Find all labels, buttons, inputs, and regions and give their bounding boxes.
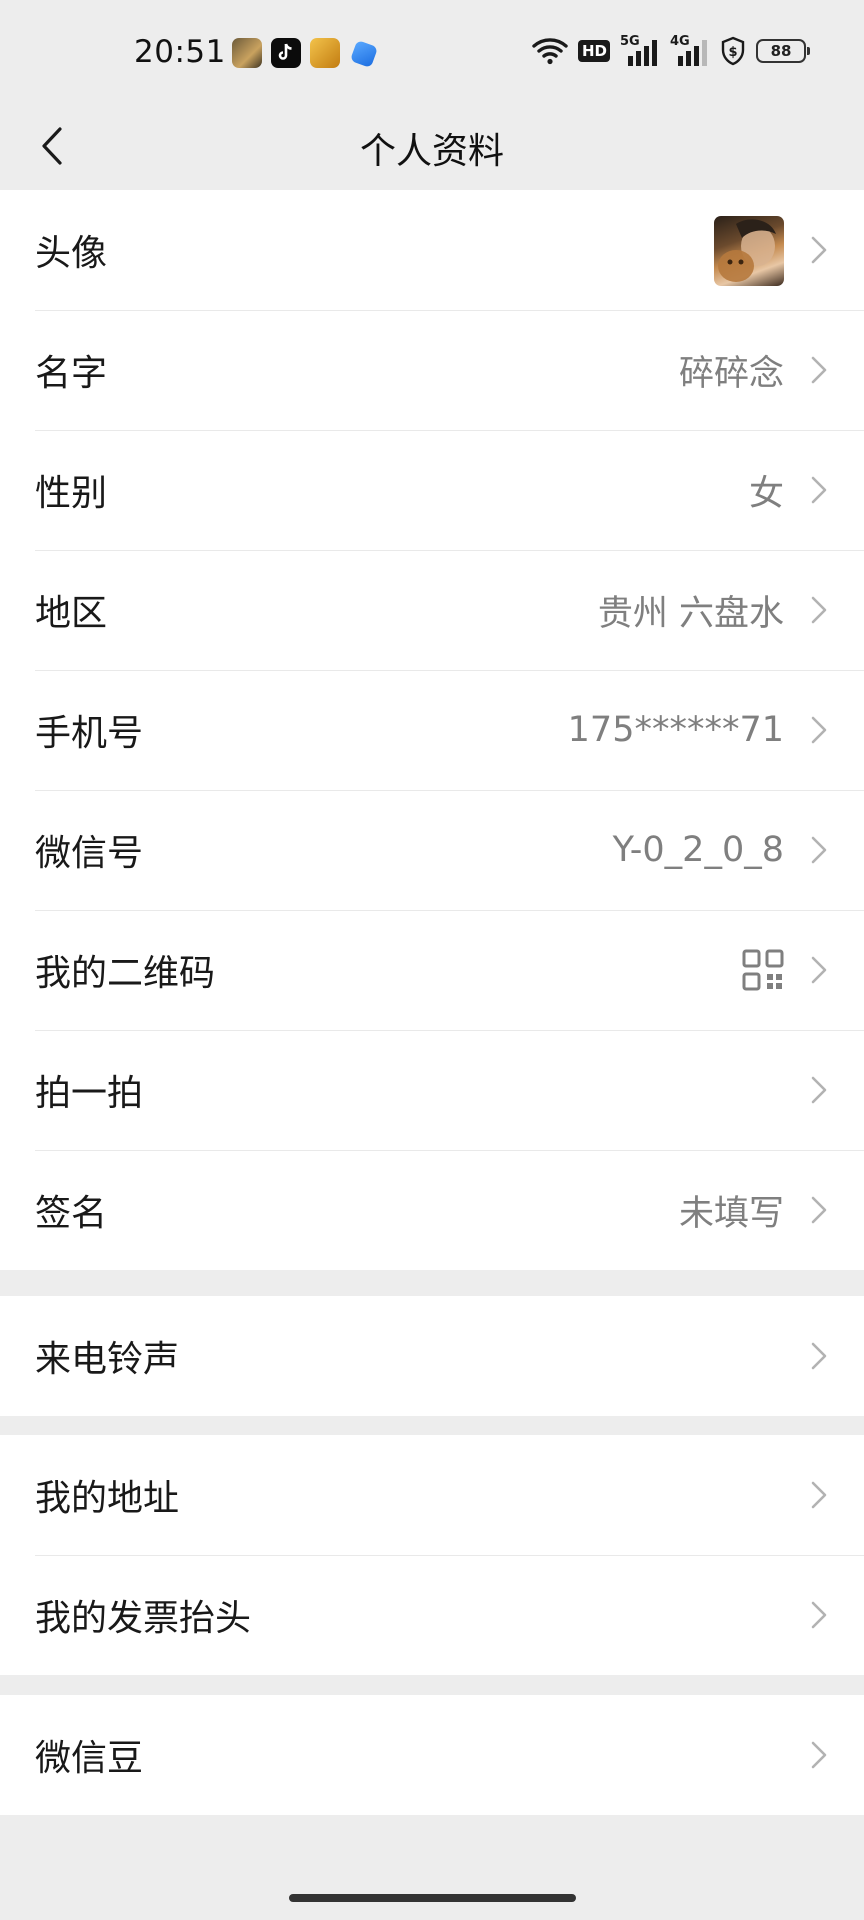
ringtone-row[interactable]: 来电铃声	[0, 1296, 864, 1416]
chevron-right-icon	[811, 1196, 827, 1224]
battery-icon: 88	[756, 39, 810, 63]
page-title: 个人资料	[359, 131, 504, 172]
chevron-right-icon	[811, 1342, 827, 1370]
region-label: 地区	[35, 593, 108, 634]
status-bar: 20:51 HD 5G 4G $ 88	[0, 0, 864, 108]
qrcode-label: 我的二维码	[35, 953, 216, 994]
chevron-right-icon	[811, 1741, 827, 1769]
signature-value: 未填写	[678, 1193, 784, 1234]
phone-label: 手机号	[35, 713, 144, 754]
avatar-row[interactable]: 头像	[0, 190, 864, 310]
wechat-id-row[interactable]: 微信号 Y-0_2_0_8	[0, 790, 864, 910]
navigation-bar: 个人资料	[0, 108, 864, 190]
chevron-right-icon	[811, 836, 827, 864]
ringtone-group: 来电铃声	[0, 1296, 864, 1416]
signature-row[interactable]: 签名 未填写	[0, 1150, 864, 1270]
wechat-id-label: 微信号	[35, 833, 144, 874]
my-address-row[interactable]: 我的地址	[0, 1435, 864, 1555]
chevron-right-icon	[811, 716, 827, 744]
pubg-icon	[232, 38, 262, 68]
wechat-beans-group: 微信豆	[0, 1695, 864, 1815]
chevron-right-icon	[811, 1601, 827, 1629]
gender-row[interactable]: 性别 女	[0, 430, 864, 550]
notification-app-icons	[232, 38, 379, 69]
phone-value: 175******71	[567, 710, 784, 750]
chevron-right-icon	[811, 596, 827, 624]
wifi-icon	[532, 38, 568, 65]
avatar-label: 头像	[35, 233, 108, 274]
qr-code-icon	[742, 949, 784, 991]
name-label: 名字	[35, 353, 108, 394]
ringtone-label: 来电铃声	[35, 1339, 180, 1380]
game-icon	[310, 38, 340, 68]
chevron-right-icon	[811, 1481, 827, 1509]
chevron-right-icon	[811, 236, 827, 264]
hd-voice-badge: HD	[577, 40, 610, 62]
signal-4g-icon: 4G	[670, 34, 710, 66]
signature-label: 签名	[35, 1193, 108, 1234]
region-value: 贵州 六盘水	[597, 593, 784, 634]
chevron-right-icon	[811, 1076, 827, 1104]
chevron-right-icon	[811, 476, 827, 504]
qrcode-row[interactable]: 我的二维码	[0, 910, 864, 1030]
phone-row[interactable]: 手机号 175******71	[0, 670, 864, 790]
tiktok-icon	[271, 38, 301, 68]
pat-row[interactable]: 拍一拍	[0, 1030, 864, 1150]
address-group: 我的地址 我的发票抬头	[0, 1435, 864, 1675]
name-row[interactable]: 名字 碎碎念	[0, 310, 864, 430]
wechat-beans-row[interactable]: 微信豆	[0, 1695, 864, 1815]
chevron-right-icon	[811, 356, 827, 384]
gender-label: 性别	[35, 473, 108, 514]
wechat-id-value: Y-0_2_0_8	[612, 830, 784, 870]
gender-value: 女	[748, 473, 784, 514]
profile-info-group: 头像 名字 碎碎念 性别 女 地区 贵州 六盘水 手机号 175******71	[0, 190, 864, 1270]
name-value: 碎碎念	[678, 353, 784, 394]
battery-level: 88	[770, 42, 792, 60]
wechat-beans-label: 微信豆	[35, 1738, 144, 1779]
chevron-right-icon	[811, 956, 827, 984]
pat-label: 拍一拍	[35, 1073, 144, 1114]
system-status-icons: HD 5G 4G $ 88	[532, 34, 810, 66]
my-address-label: 我的地址	[35, 1478, 180, 1519]
avatar	[714, 216, 784, 286]
region-row[interactable]: 地区 贵州 六盘水	[0, 550, 864, 670]
shield-dollar-icon: $	[721, 36, 745, 66]
invoice-title-row[interactable]: 我的发票抬头	[0, 1555, 864, 1675]
status-time: 20:51	[134, 34, 226, 70]
home-indicator[interactable]	[289, 1894, 576, 1902]
feather-icon	[349, 39, 379, 69]
svg-text:$: $	[728, 45, 737, 60]
signal-5g-icon: 5G	[620, 34, 660, 66]
invoice-title-label: 我的发票抬头	[35, 1598, 252, 1639]
